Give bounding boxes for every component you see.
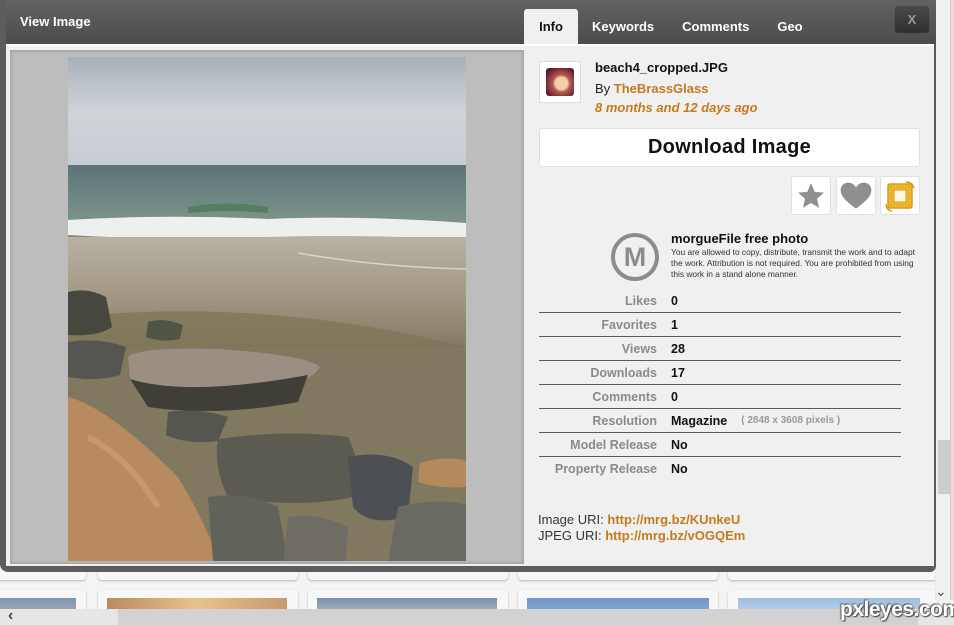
jpeg-uri-label: JPEG URI: (538, 528, 602, 543)
license-text: You are allowed to copy, distribute, tra… (671, 247, 915, 279)
favorite-button[interactable] (791, 176, 831, 215)
meta-label: Likes (625, 293, 657, 308)
meta-value: 1 (671, 317, 678, 332)
image-uri-line: Image URI: http://mrg.bz/KUnkeU (538, 512, 740, 527)
meta-value: Magazine (671, 413, 728, 428)
meta-row-favorites: Favorites 1 (539, 313, 901, 337)
byline: By TheBrassGlass (595, 81, 708, 96)
meta-label: Property Release (554, 462, 657, 476)
meta-row-views: Views 28 (539, 337, 901, 361)
meta-row-likes: Likes 0 (539, 289, 901, 313)
meta-value: 28 (671, 341, 685, 356)
meta-value: 0 (671, 389, 678, 404)
photo-sea (68, 165, 466, 225)
meta-row-comments: Comments 0 (539, 385, 901, 409)
meta-label: Favorites (601, 317, 657, 332)
info-panel: beach4_cropped.JPG By TheBrassGlass 8 mo… (524, 46, 928, 566)
modal-title: View Image (20, 14, 91, 29)
image-uri-link[interactable]: http://mrg.bz/KUnkeU (607, 512, 740, 527)
license-title: morgueFile free photo (671, 231, 809, 246)
meta-row-resolution: Resolution Magazine ( 2848 x 3608 pixels… (539, 409, 901, 433)
tab-comments[interactable]: Comments (668, 9, 763, 44)
meta-row-property-release: Property Release No (539, 457, 901, 481)
meta-label: Downloads (590, 365, 657, 380)
resolution-pixels: ( 2848 x 3608 pixels ) (741, 415, 841, 426)
author-link[interactable]: TheBrassGlass (614, 81, 709, 96)
scroll-left-icon[interactable]: ‹ (8, 607, 13, 625)
horizontal-scrollbar[interactable] (0, 609, 954, 625)
photo-image[interactable] (68, 57, 466, 561)
download-image-button[interactable]: Download Image (539, 128, 920, 167)
watermark: pxleyes.com (840, 598, 954, 621)
meta-value: No (671, 437, 688, 452)
like-button[interactable] (836, 176, 876, 215)
by-prefix: By (595, 81, 611, 96)
posted-time: 8 months and 12 days ago (595, 100, 758, 115)
heart-icon (840, 182, 872, 209)
close-button[interactable]: X (895, 6, 929, 32)
photo-wave (68, 216, 466, 239)
meta-row-downloads: Downloads 17 (539, 361, 901, 385)
meta-value: 17 (671, 365, 685, 380)
page-edge (950, 0, 954, 600)
meta-label: Resolution (592, 413, 657, 428)
image-filename: beach4_cropped.JPG (595, 60, 728, 75)
jpeg-uri-link[interactable]: http://mrg.bz/vOGQEm (605, 528, 745, 543)
frame-icon (885, 180, 915, 212)
jpeg-uri-line: JPEG URI: http://mrg.bz/vOGQEm (538, 528, 745, 543)
avatar-image (546, 68, 574, 96)
meta-value: No (671, 462, 688, 476)
horizontal-scrollbar-thumb[interactable] (118, 609, 918, 625)
image-metadata-table: Likes 0 Favorites 1 Views 28 Downloads 1… (539, 289, 901, 481)
tab-geo[interactable]: Geo (763, 9, 816, 44)
morguefile-logo-icon: M (611, 233, 659, 281)
star-icon (798, 182, 824, 208)
tab-keywords[interactable]: Keywords (578, 9, 668, 44)
meta-row-model-release: Model Release No (539, 433, 901, 457)
image-uri-label: Image URI: (538, 512, 604, 527)
photo-sky (68, 57, 466, 167)
meta-label: Views (621, 341, 657, 356)
meta-label: Model Release (570, 437, 657, 452)
avatar[interactable] (539, 61, 581, 103)
photo-panel (10, 50, 524, 564)
meta-value: 0 (671, 293, 678, 308)
info-tabs: Info Keywords Comments Geo (524, 9, 817, 44)
modal-body: beach4_cropped.JPG By TheBrassGlass 8 mo… (6, 44, 934, 566)
meta-label: Comments (592, 389, 657, 404)
photo-rock (216, 433, 357, 503)
beach-photo (68, 57, 466, 561)
tab-info[interactable]: Info (524, 9, 578, 44)
view-image-modal: View Image Info Keywords Comments Geo X (0, 0, 936, 572)
lightbox-button[interactable] (880, 176, 920, 215)
